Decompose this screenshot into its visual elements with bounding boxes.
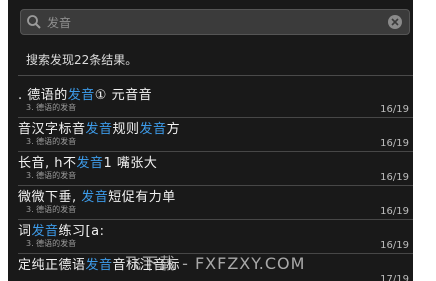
result-item[interactable]: 长音, h不发音1 嘴张大 3. 德语的发音 16/19 — [8, 152, 413, 186]
result-title: 长音, h不发音1 嘴张大 — [18, 152, 157, 171]
title-text: 规则 — [112, 122, 140, 137]
result-chapter: 3. 德语的发音 — [26, 103, 77, 112]
result-item[interactable]: 音汉字标音发音规则发音方 3. 德语的发音 16/19 — [8, 118, 413, 152]
result-page: 16/19 — [380, 172, 409, 183]
result-page: 17/19 — [380, 274, 409, 281]
highlight-term: 发音 — [81, 190, 109, 205]
result-page: 16/19 — [380, 104, 409, 115]
highlight-term: 发音 — [76, 156, 104, 171]
title-text: 方 — [166, 122, 181, 137]
result-page: 16/19 — [380, 240, 409, 251]
result-chapter: 3. 德语的发音 — [26, 137, 77, 146]
result-title: 微微下垂, 发音短促有力单 — [18, 186, 176, 205]
result-title: . 德语的发音① 元音音 — [18, 84, 152, 103]
search-input[interactable]: 发音 — [47, 14, 71, 31]
result-page: 16/19 — [380, 206, 409, 217]
highlight-term: 发音 — [139, 122, 167, 137]
result-item[interactable]: 词发音练习[a: 3. 德语的发音 16/19 — [8, 220, 413, 254]
search-bar[interactable]: 发音 — [20, 9, 410, 35]
highlight-term: 发音 — [67, 88, 95, 103]
title-text: 定纯正德语 — [18, 258, 86, 273]
title-text: 长音, h不 — [18, 156, 77, 171]
highlight-term: 发音 — [31, 224, 59, 239]
highlight-term: 发音 — [85, 258, 113, 273]
title-text: 练习[a: — [58, 224, 105, 239]
result-count: 搜索发现22条结果。 — [26, 53, 138, 67]
title-text: 1 嘴张大 — [103, 156, 158, 171]
watermark: 飞下载 - FXFZXY.COM — [125, 254, 306, 273]
title-text: 音汉字标音 — [18, 122, 86, 137]
title-text: ① 元音音 — [94, 88, 153, 103]
divider — [18, 75, 413, 76]
clear-icon[interactable] — [388, 15, 402, 29]
result-chapter: 3. 德语的发音 — [26, 205, 77, 214]
title-text: 短促有力单 — [108, 190, 176, 205]
title-text: . 德语的 — [18, 88, 68, 103]
app-screen: 发音 搜索发现22条结果。 . 德语的发音① 元音音 3. 德语的发音 16/19 音… — [8, 0, 413, 281]
result-chapter: 3. 德语的发音 — [26, 239, 77, 248]
result-item[interactable]: . 德语的发音① 元音音 3. 德语的发音 16/19 — [8, 84, 413, 118]
result-item[interactable]: 微微下垂, 发音短促有力单 3. 德语的发音 16/19 — [8, 186, 413, 220]
highlight-term: 发音 — [85, 122, 113, 137]
result-page: 16/19 — [380, 138, 409, 149]
result-chapter: 3. 德语的发音 — [26, 171, 77, 180]
title-text: 微微下垂, — [18, 190, 82, 205]
result-title: 词发音练习[a: — [18, 220, 104, 239]
title-text: 词 — [18, 224, 32, 239]
result-title: 音汉字标音发音规则发音方 — [18, 118, 180, 137]
search-icon — [27, 15, 41, 29]
